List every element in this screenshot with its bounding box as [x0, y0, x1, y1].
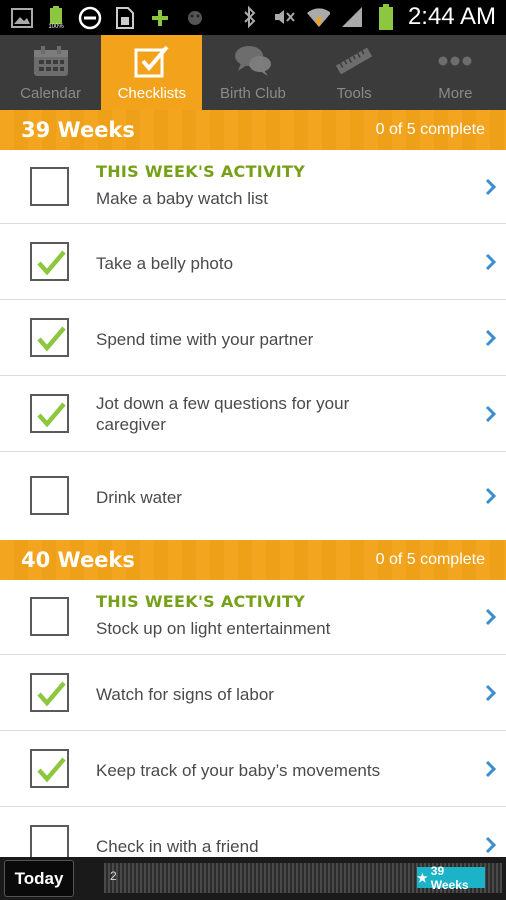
bottom-bar: Today 2 ★ 39 Weeks	[0, 857, 506, 900]
timeline-start-label: 2	[110, 869, 117, 883]
activity-kicker: THIS WEEK'S ACTIVITY	[96, 592, 306, 611]
bluetooth-icon	[238, 4, 262, 30]
chat-bubbles-icon	[233, 44, 273, 78]
section-header-40-weeks: 40 Weeks 0 of 5 complete	[0, 540, 506, 580]
checklist-item-label: Watch for signs of labor	[96, 685, 274, 704]
checklist-icon	[134, 44, 170, 78]
current-week-marker[interactable]: ★ 39 Weeks	[417, 864, 485, 892]
section-title: 40 Weeks	[21, 548, 135, 572]
checkbox-checked[interactable]	[30, 673, 69, 712]
tab-calendar[interactable]: Calendar	[0, 35, 101, 110]
checklist-item-label: Drink water	[96, 488, 182, 507]
plus-icon	[148, 5, 172, 31]
checkbox-checked[interactable]	[30, 242, 69, 281]
checklist-item-label: Make a baby watch list	[96, 189, 268, 208]
checklist-item-label: Jot down a few questions for your caregi…	[96, 394, 350, 434]
checkbox-unchecked[interactable]	[30, 167, 69, 206]
checklist-row[interactable]: THIS WEEK'S ACTIVITY Make a baby watch l…	[0, 150, 506, 224]
wifi-icon	[306, 4, 330, 30]
do-not-disturb-icon	[78, 5, 102, 31]
checklist-row[interactable]: Take a belly photo	[0, 224, 506, 300]
checklist-item-label: Stock up on light entertainment	[96, 619, 331, 638]
checkbox-checked[interactable]	[30, 749, 69, 788]
checklist-row[interactable]: Check in with a friend	[0, 807, 506, 864]
checklist-item-label: Keep track of your baby’s movements	[96, 761, 381, 780]
signal-icon	[340, 4, 364, 30]
checkbox-checked[interactable]	[30, 394, 69, 433]
chevron-right-icon	[485, 487, 497, 505]
tab-more[interactable]: More	[405, 35, 506, 110]
chevron-right-icon	[485, 608, 497, 626]
checklist-row[interactable]: Keep track of your baby’s movements	[0, 731, 506, 807]
calendar-icon	[32, 44, 70, 78]
status-bar: 100% 2:44 AM	[0, 0, 506, 35]
tab-bar: Calendar Checklists Birth Club Tools Mor…	[0, 35, 506, 110]
today-button[interactable]: Today	[4, 860, 74, 897]
chevron-right-icon	[485, 405, 497, 423]
completion-count: 0 of 5 complete	[375, 121, 485, 138]
battery-icon	[374, 4, 398, 30]
mute-icon	[272, 4, 296, 30]
completion-count: 0 of 5 complete	[375, 551, 485, 568]
image-icon	[10, 5, 34, 31]
activity-kicker: THIS WEEK'S ACTIVITY	[96, 162, 306, 181]
checklist-row[interactable]: Spend time with your partner	[0, 300, 506, 376]
chevron-right-icon	[485, 684, 497, 702]
sim-card-icon	[113, 5, 137, 31]
star-icon: ★	[417, 870, 428, 885]
checklist-item-label: Take a belly photo	[96, 254, 234, 273]
checklist-row[interactable]: Drink water	[0, 452, 506, 540]
tab-label: Birth Club	[220, 85, 286, 102]
checklist-row[interactable]: THIS WEEK'S ACTIVITY Stock up on light e…	[0, 580, 506, 655]
tab-label: Tools	[336, 85, 372, 102]
chevron-right-icon	[485, 760, 497, 778]
checklist-item-label: Check in with a friend	[96, 837, 259, 856]
chevron-right-icon	[485, 178, 497, 196]
checklist-row[interactable]: Watch for signs of labor	[0, 655, 506, 731]
checkbox-unchecked[interactable]	[30, 597, 69, 636]
checkmark-icon	[37, 250, 66, 276]
section-title: 39 Weeks	[21, 118, 135, 142]
tab-label: Calendar	[20, 85, 82, 102]
tab-birth-club[interactable]: Birth Club	[202, 35, 303, 110]
more-dots-icon	[435, 44, 475, 78]
checkmark-icon	[37, 326, 66, 352]
chevron-right-icon	[485, 253, 497, 271]
checkmark-icon	[37, 681, 66, 707]
battery-icon: 100%	[45, 5, 67, 31]
checkbox-unchecked[interactable]	[30, 476, 69, 515]
ruler-icon	[334, 44, 374, 78]
tab-tools[interactable]: Tools	[304, 35, 405, 110]
tab-label: Checklists	[117, 85, 186, 102]
chevron-right-icon	[485, 329, 497, 347]
checkbox-checked[interactable]	[30, 318, 69, 357]
tab-checklists[interactable]: Checklists	[101, 35, 203, 110]
battery-percent-label: 100%	[48, 24, 64, 30]
tab-label: More	[438, 85, 473, 102]
checklist-item-label: Spend time with your partner	[96, 330, 314, 349]
current-week-label: 39 Weeks	[430, 863, 469, 892]
android-icon	[183, 5, 207, 31]
chevron-right-icon	[485, 836, 497, 854]
checkmark-icon	[37, 402, 66, 428]
clock: 2:44 AM	[407, 3, 496, 30]
checkmark-icon	[37, 757, 66, 783]
checklist-row[interactable]: Jot down a few questions for your caregi…	[0, 376, 506, 452]
section-header-39-weeks: 39 Weeks 0 of 5 complete	[0, 110, 506, 150]
